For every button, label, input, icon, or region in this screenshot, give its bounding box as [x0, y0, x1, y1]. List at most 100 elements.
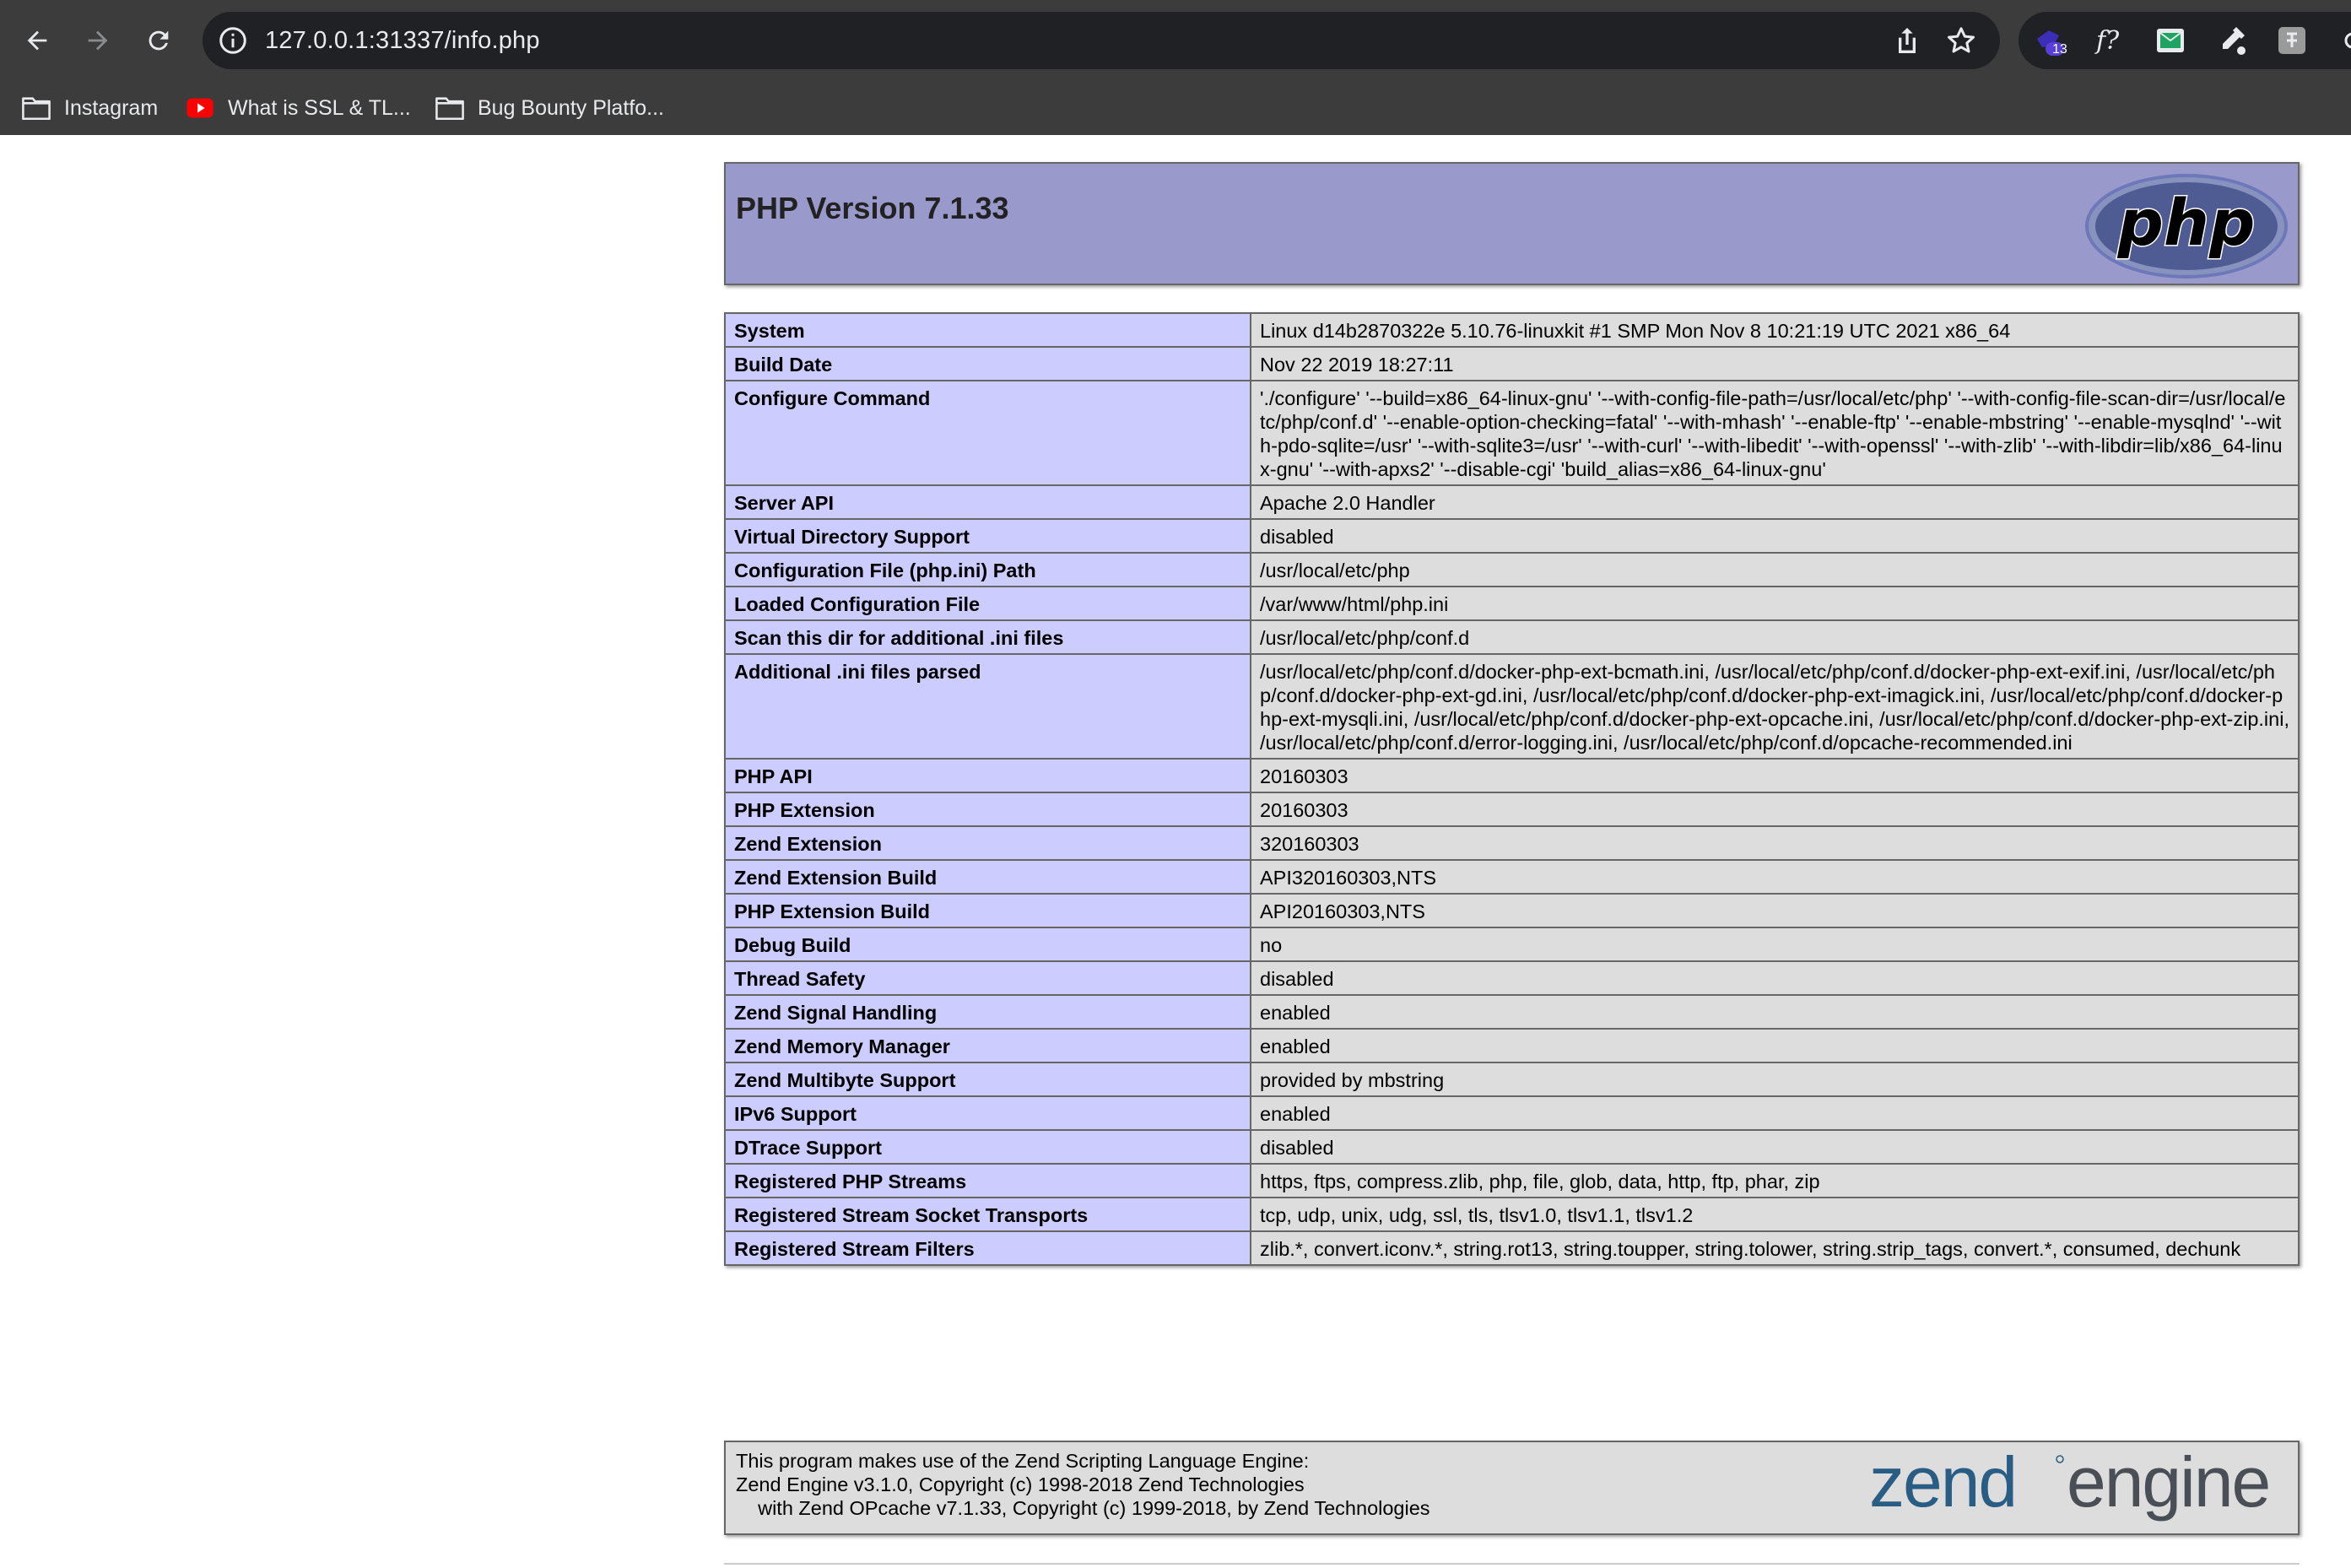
site-info-icon[interactable]	[218, 25, 248, 56]
table-row: IPv6 Support enabled	[724, 1095, 2300, 1131]
formula-extension-button[interactable]: f?	[2093, 24, 2127, 57]
forward-button[interactable]	[78, 20, 118, 61]
row-value: 20160303	[1250, 758, 2300, 793]
row-value: disabled	[1250, 960, 2300, 996]
row-key: Thread Safety	[724, 960, 1251, 996]
bookmark-item[interactable]: Instagram	[22, 89, 158, 127]
table-row: Server API Apache 2.0 Handler	[724, 484, 2300, 520]
address-bar[interactable]: 127.0.0.1:31337/info.php	[203, 12, 2000, 69]
php-logo-icon[interactable]: php	[2083, 172, 2289, 280]
browser-chrome: 127.0.0.1:31337/info.php 13 f? Instagram…	[0, 0, 2351, 135]
row-value: zlib.*, convert.iconv.*, string.rot13, s…	[1250, 1230, 2300, 1266]
bookmark-label[interactable]: Instagram	[64, 96, 158, 121]
table-row: Loaded Configuration File/var/www/html/p…	[724, 586, 2300, 621]
php-info-table: System Linux d14b2870322e 5.10.76-linuxki…	[724, 312, 2300, 1266]
zend-engine-logo-icon[interactable]: zend engine	[1869, 1447, 2291, 1532]
table-row: Configure Command './configure' '--build=…	[724, 380, 2300, 486]
url-text[interactable]: 127.0.0.1:31337/info.php	[265, 12, 540, 69]
overflow-extension-button[interactable]	[2336, 24, 2351, 57]
table-row: PHP API 20160303	[724, 758, 2300, 793]
row-key: DTrace Support	[724, 1129, 1251, 1165]
row-value: https, ftps, compress.zlib, php, file, g…	[1250, 1163, 2300, 1198]
row-value: 20160303	[1250, 792, 2300, 827]
table-row: Zend Extension 320160303	[724, 825, 2300, 861]
arrow-right-icon	[88, 30, 108, 51]
row-value: /usr/local/etc/php/conf.d	[1250, 619, 2300, 655]
row-key: Loaded Configuration File	[724, 586, 1251, 621]
zend-logo-right: engine	[2067, 1447, 2269, 1522]
table-row: PHP Extension Build API20160303,NTS	[724, 893, 2300, 928]
row-key: Virtual Directory Support	[724, 518, 1251, 554]
row-value: enabled	[1250, 1028, 2300, 1063]
translate-extension-button[interactable]	[2275, 24, 2309, 57]
extension-badge-button[interactable]: 13	[2032, 24, 2067, 57]
zend-line: Zend Engine v3.1.0, Copyright (c) 1998-2…	[736, 1473, 1305, 1495]
row-value: /usr/local/etc/php	[1250, 552, 2300, 587]
arrow-left-icon	[27, 30, 47, 51]
eyedropper-extension-button[interactable]	[2214, 24, 2248, 57]
row-value: Linux d14b2870322e 5.10.76-linuxkit #1 S…	[1250, 312, 2300, 348]
row-value: enabled	[1250, 994, 2300, 1030]
table-row: Debug Build no	[724, 927, 2300, 962]
back-button[interactable]	[17, 20, 57, 61]
zend-line: This program makes use of the Zend Scrip…	[736, 1450, 1310, 1472]
table-row: Configuration File (php.ini) Path/usr/lo…	[724, 552, 2300, 587]
row-value: /usr/local/etc/php/conf.d/docker-php-ext…	[1250, 653, 2300, 760]
row-value: disabled	[1250, 518, 2300, 554]
php-version-header: PHP Version 7.1.33 php	[724, 162, 2300, 285]
bookmark-label[interactable]: What is SSL & TL...	[228, 96, 411, 121]
mail-extension-button[interactable]	[2154, 24, 2187, 57]
php-info-rows: System Linux d14b2870322e 5.10.76-linuxki…	[724, 312, 2300, 1266]
page-content: PHP Version 7.1.33 php System Linux d14b2…	[0, 135, 2351, 1568]
row-value: disabled	[1250, 1129, 2300, 1165]
folder-icon	[22, 97, 51, 121]
zend-logo-left: zend	[1869, 1447, 2016, 1522]
translate-icon	[2278, 27, 2305, 54]
zend-engine-box: This program makes use of the Zend Scrip…	[724, 1441, 2300, 1535]
row-key: IPv6 Support	[724, 1095, 1251, 1131]
table-row: Registered Stream Filters zlib.*, convert…	[724, 1230, 2300, 1266]
row-value: API320160303,NTS	[1250, 859, 2300, 895]
row-key: Build Date	[724, 346, 1251, 381]
row-key: Registered Stream Socket Transports	[724, 1197, 1251, 1232]
table-row: DTrace Support disabled	[724, 1129, 2300, 1165]
row-value: tcp, udp, unix, udg, ssl, tls, tlsv1.0, …	[1250, 1197, 2300, 1232]
share-icon[interactable]	[1890, 24, 1924, 57]
extension-badge-count: 13	[2052, 42, 2067, 57]
svg-text:f?: f?	[2094, 26, 2120, 56]
row-key: System	[724, 312, 1251, 348]
zend-line: with Zend OPcache v7.1.33, Copyright (c)…	[736, 1497, 1430, 1519]
row-key: Registered Stream Filters	[724, 1230, 1251, 1266]
extensions-area: 13 f?	[2019, 12, 2351, 69]
row-value: API20160303,NTS	[1250, 893, 2300, 928]
table-row: Zend Signal Handling enabled	[724, 994, 2300, 1030]
table-row: Registered Stream Socket Transports tcp, …	[724, 1197, 2300, 1232]
bookmarks-bar: Instagram What is SSL & TL... Bug Bounty…	[0, 81, 2351, 135]
row-key: Registered PHP Streams	[724, 1163, 1251, 1198]
table-row: Additional .ini files parsed/usr/local/e…	[724, 653, 2300, 760]
row-key: Zend Extension	[724, 825, 1251, 861]
row-value: './configure' '--build=x86_64-linux-gnu'…	[1250, 380, 2300, 486]
youtube-icon	[186, 98, 213, 118]
table-row: Build Date Nov 22 2019 18:27:11	[724, 346, 2300, 381]
row-value: Nov 22 2019 18:27:11	[1250, 346, 2300, 381]
bookmark-item[interactable]: What is SSL & TL...	[186, 89, 411, 127]
row-value: no	[1250, 927, 2300, 962]
bookmark-item[interactable]: Bug Bounty Platfo...	[435, 89, 664, 127]
row-key: Configuration File (php.ini) Path	[724, 552, 1251, 587]
extension-icon	[2344, 32, 2351, 49]
row-key: Additional .ini files parsed	[724, 653, 1251, 760]
folder-icon	[435, 97, 464, 121]
table-row: System Linux d14b2870322e 5.10.76-linuxki…	[724, 312, 2300, 348]
eyedropper-icon	[2223, 27, 2247, 57]
bookmark-star-icon[interactable]	[1944, 24, 1978, 57]
reload-button[interactable]	[138, 20, 179, 61]
bookmark-label[interactable]: Bug Bounty Platfo...	[478, 96, 664, 121]
page-title: PHP Version 7.1.33	[736, 191, 1009, 225]
row-value: 320160303	[1250, 825, 2300, 861]
table-row: Registered PHP Streams https, ftps, compr…	[724, 1163, 2300, 1198]
row-value: provided by mbstring	[1250, 1062, 2300, 1097]
php-logo-text: php	[2117, 185, 2256, 260]
row-key: Zend Extension Build	[724, 859, 1251, 895]
row-key: Server API	[724, 484, 1251, 520]
